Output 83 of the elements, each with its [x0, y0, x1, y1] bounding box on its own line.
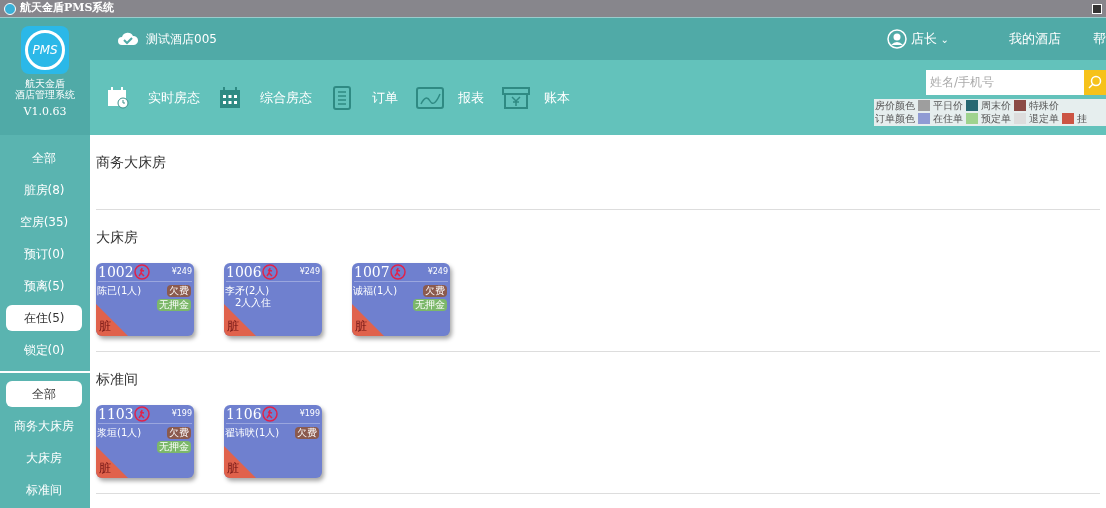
section-title: 商务大床房: [96, 153, 167, 172]
legend-item: 预定单: [981, 112, 1011, 125]
pms-logo: PMS: [21, 26, 69, 74]
sidebar-item[interactable]: 大床房: [6, 445, 82, 471]
room-number: 1007: [354, 265, 390, 279]
sidebar-item[interactable]: 全部: [6, 145, 82, 171]
guest-name: 浆垣(1人): [97, 427, 143, 439]
maximize-button[interactable]: [1092, 3, 1102, 14]
legend-label: 订单颜色: [875, 112, 915, 125]
room-price: ¥249: [171, 266, 192, 278]
legend-item: 周末价: [981, 99, 1011, 112]
room-number: 1103: [98, 407, 134, 421]
status-tag: 无押金: [157, 299, 191, 311]
room-price: ¥249: [299, 266, 320, 278]
walking-person-icon: [261, 264, 278, 280]
section-title: 大床房: [96, 228, 139, 247]
legend-item: 退定单: [1029, 112, 1059, 125]
logo-text: 航天金盾: [25, 78, 65, 89]
sidebar-item[interactable]: 预离(5): [6, 273, 82, 299]
version-label: V1.0.63: [23, 104, 67, 120]
guest-name: 诚福(1人): [353, 285, 399, 297]
legend-item: 平日价: [933, 99, 963, 112]
room-number: 1002: [98, 265, 134, 279]
sidebar-item[interactable]: 全部: [6, 381, 82, 407]
room-card[interactable]: 脏 1103 ¥199 浆垣(1人) 欠费 无押金: [96, 405, 194, 478]
sidebar-item[interactable]: 商务大床房: [6, 413, 82, 439]
status-label: 脏: [227, 318, 239, 335]
room-price: ¥199: [299, 408, 320, 420]
walking-person-icon: [133, 264, 150, 280]
search-field[interactable]: 姓名/手机号: [926, 69, 1084, 95]
sidebar-item[interactable]: 标准间: [6, 477, 82, 503]
legend-label: 房价颜色: [875, 99, 915, 112]
room-card[interactable]: 脏 1007 ¥249 诚福(1人) 欠费 无押金: [352, 263, 450, 336]
sidebar-item[interactable]: 在住(5): [6, 305, 82, 331]
sidebar-item[interactable]: 预订(0): [6, 241, 82, 267]
status-tag: 欠费: [423, 285, 447, 297]
walking-person-icon: [133, 406, 150, 422]
room-card[interactable]: 脏 1002 ¥249 陈已(1人) 欠费 无押金: [96, 263, 194, 336]
yen-box-icon: [502, 85, 530, 110]
user-menu[interactable]: 店长 ⌄: [886, 29, 949, 49]
room-price: ¥249: [427, 266, 448, 278]
status-label: 脏: [99, 460, 111, 477]
status-label: 脏: [99, 318, 111, 335]
nav-tab[interactable]: 报表: [416, 85, 484, 110]
legend-item: 特殊价: [1029, 99, 1059, 112]
sidebar-item[interactable]: 空房(35): [6, 209, 82, 235]
app-icon: [4, 2, 16, 15]
room-price: ¥199: [171, 408, 192, 420]
top-link[interactable]: 帮: [1093, 29, 1106, 49]
search-icon: [1088, 75, 1102, 89]
legend-item: 在住单: [933, 112, 963, 125]
avatar-icon: [886, 29, 907, 49]
guest-name: 翟讳吠(1人): [225, 427, 281, 439]
nav-tab[interactable]: 综合房态: [218, 85, 312, 110]
status-tag: 欠费: [167, 285, 191, 297]
nav-tab[interactable]: 订单: [330, 85, 398, 110]
section-title: 标准间: [96, 370, 139, 389]
nav-tab[interactable]: 实时房态: [106, 85, 200, 110]
guest-name: 李矛(2人): [225, 285, 271, 297]
window-title: 航天金盾PMS系统: [20, 0, 115, 17]
status-tag: 欠费: [295, 427, 319, 439]
walking-person-icon: [261, 406, 278, 422]
status-tag: 无押金: [157, 441, 191, 453]
room-card[interactable]: 脏 1106 ¥199 翟讳吠(1人) 欠费: [224, 405, 322, 478]
walking-person-icon: [389, 264, 406, 280]
status-label: 脏: [227, 460, 239, 477]
legend-item: 挂: [1077, 112, 1087, 125]
status-label: 脏: [355, 318, 367, 335]
room-number: 1106: [226, 407, 262, 421]
nav-tab[interactable]: 账本: [502, 85, 570, 110]
top-link[interactable]: 我的酒店: [1009, 29, 1061, 49]
room-number: 1006: [226, 265, 262, 279]
hotel-name: 测试酒店005: [146, 31, 217, 48]
line-chart-icon: [416, 85, 444, 110]
status-tag: 无押金: [413, 299, 447, 311]
sidebar-item[interactable]: 锁定(0): [6, 337, 82, 363]
room-card[interactable]: 脏 1006 ¥249 李矛(2人) 2人入住: [224, 263, 322, 336]
status-tag: 欠费: [167, 427, 191, 439]
guest-name: 陈已(1人): [97, 285, 143, 297]
guest-count-note: 2人入住: [234, 297, 273, 309]
logo-text: 酒店管理系统: [15, 89, 75, 100]
cloud-check-icon: [118, 32, 138, 46]
sidebar-item[interactable]: 脏房(8): [6, 177, 82, 203]
